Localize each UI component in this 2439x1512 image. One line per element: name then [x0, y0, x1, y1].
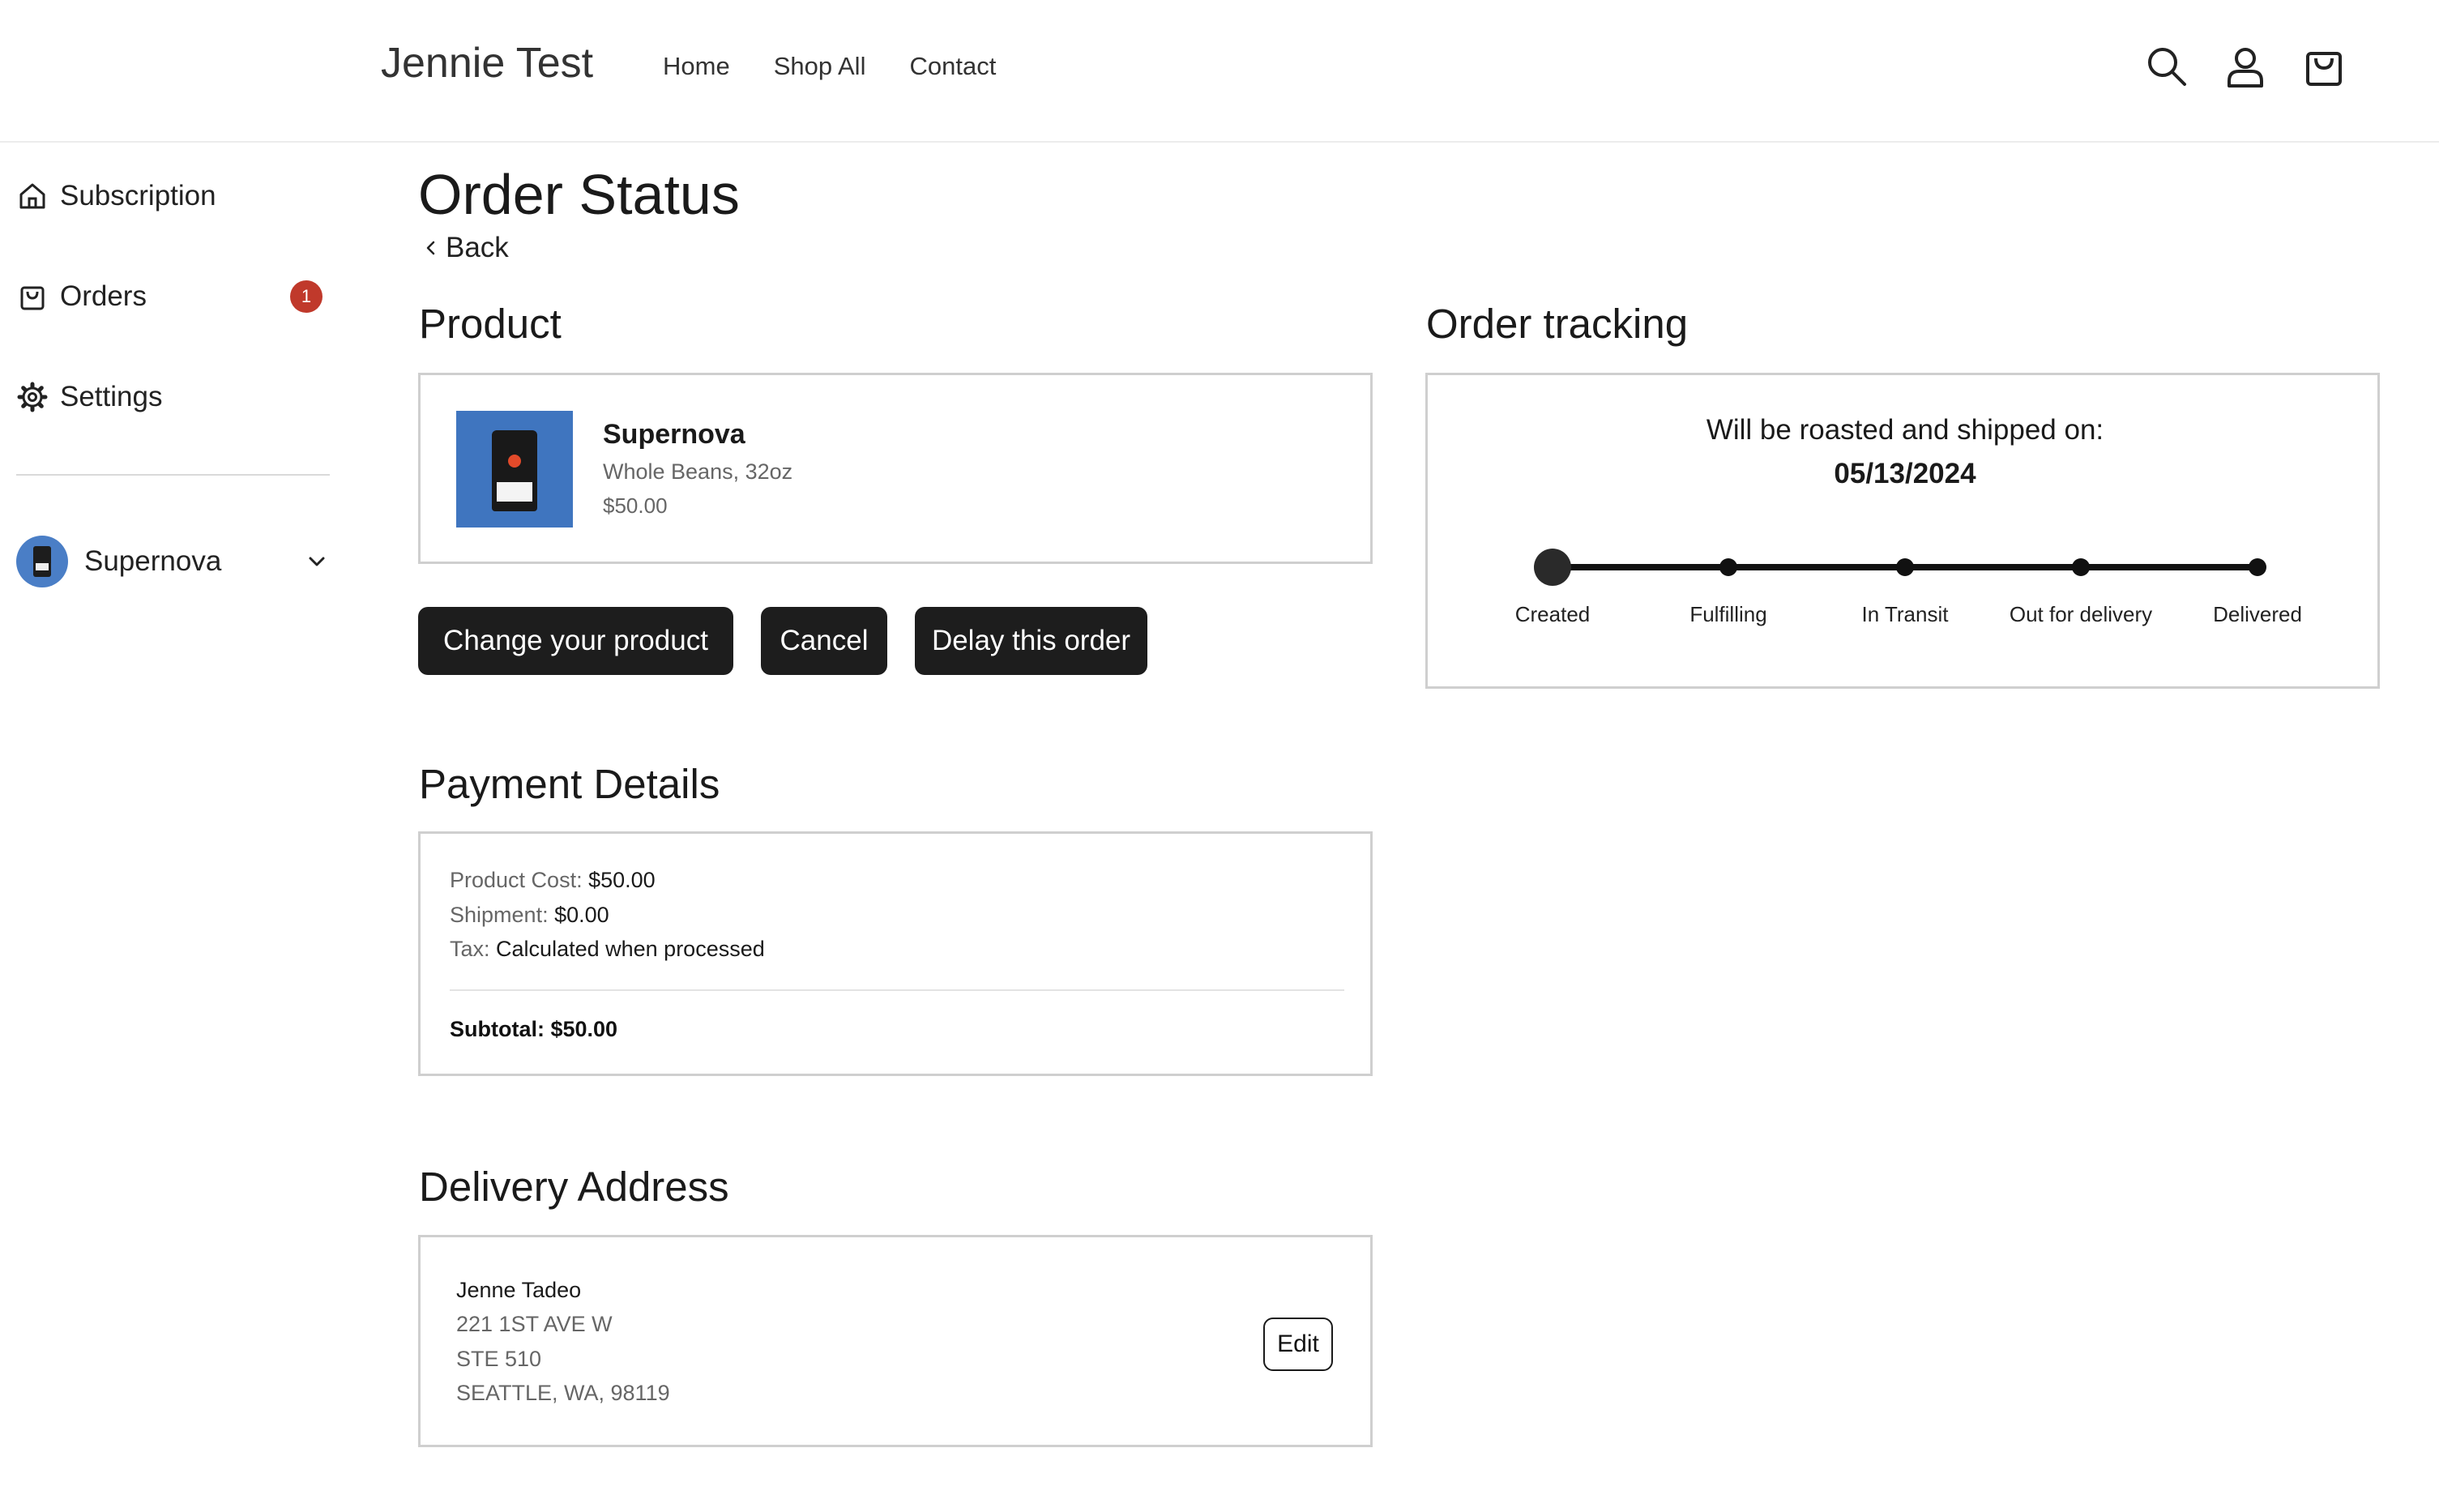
address-line-3: SEATTLE, WA, 98119 — [456, 1381, 670, 1405]
tracking-section-title: Order tracking — [1426, 301, 1689, 347]
ship-date: 05/13/2024 — [1834, 458, 1976, 489]
tax-label: Tax: — [450, 937, 490, 961]
payment-section-title: Payment Details — [419, 761, 720, 807]
tax-value: Calculated when processed — [496, 937, 765, 961]
tracking-step-label: Delivered — [2213, 602, 2302, 626]
product-price: $50.00 — [603, 493, 668, 518]
gear-icon — [16, 381, 49, 413]
sidebar-item-label: Settings — [60, 381, 163, 412]
store-brand[interactable]: Jennie Test — [381, 39, 593, 88]
nav-contact[interactable]: Contact — [909, 52, 996, 81]
cancel-button[interactable]: Cancel — [761, 607, 887, 675]
product-cost-row: Product Cost: $50.00 — [450, 868, 656, 893]
product-image — [456, 411, 573, 527]
change-product-button[interactable]: Change your product — [418, 607, 733, 675]
tracking-caption: Will be roasted and shipped on: — [1706, 414, 2104, 446]
sidebar-item-orders[interactable]: Orders 1 — [16, 272, 329, 321]
nav-home[interactable]: Home — [663, 52, 730, 81]
payment-card: Product Cost: $50.00 Shipment: $0.00 Tax… — [418, 831, 1373, 1076]
shipment-value: $0.00 — [554, 903, 609, 927]
tracking-step-dot-delivered — [2249, 558, 2266, 576]
sidebar-item-label: Subscription — [60, 180, 216, 211]
nav-shop-all[interactable]: Shop All — [774, 52, 866, 81]
tracking-step-label: In Transit — [1861, 602, 1949, 626]
sidebar-item-label: Orders — [60, 280, 147, 312]
tracking-step-dot-created — [1534, 549, 1571, 586]
tracking-step-label: Out for delivery — [2009, 602, 2153, 626]
recipient-name: Jenne Tadeo — [456, 1278, 582, 1302]
subscription-selector-label: Supernova — [84, 545, 222, 577]
page-title: Order Status — [418, 163, 740, 226]
sidebar-item-subscription[interactable]: Subscription — [16, 172, 329, 220]
product-name: Supernova — [603, 419, 745, 450]
back-link[interactable]: Back — [421, 232, 509, 264]
tracking-step-label: Created — [1514, 602, 1591, 626]
home-icon — [16, 180, 49, 212]
subscription-selector[interactable]: Supernova — [16, 535, 329, 588]
shipment-row: Shipment: $0.00 — [450, 903, 609, 928]
sidebar-divider — [16, 474, 330, 476]
chevron-down-icon — [305, 549, 329, 574]
product-cost-label: Product Cost: — [450, 868, 583, 892]
bag-icon — [16, 280, 49, 313]
subscription-thumbnail — [16, 536, 68, 587]
account-icon[interactable] — [2221, 42, 2270, 91]
tracking-step-dot-fulfilling — [1719, 558, 1737, 576]
delivery-address-card: Jenne Tadeo 221 1ST AVE W STE 510 SEATTL… — [418, 1235, 1373, 1447]
orders-count-badge: 1 — [290, 280, 322, 313]
tracking-step-dot-in-transit — [1896, 558, 1914, 576]
search-icon[interactable] — [2142, 42, 2191, 91]
product-section-title: Product — [419, 301, 562, 347]
subtotal: Subtotal: $50.00 — [450, 1017, 618, 1041]
site-header: Jennie Test Home Shop All Contact — [0, 0, 2439, 143]
main-nav: Home Shop All Contact — [663, 52, 996, 81]
sidebar-item-settings[interactable]: Settings — [16, 373, 329, 421]
back-link-label: Back — [446, 232, 509, 263]
product-variant: Whole Beans, 32oz — [603, 459, 793, 484]
delivery-section-title: Delivery Address — [419, 1164, 729, 1210]
payment-divider — [450, 989, 1344, 991]
tracking-step-dot-out-for-delivery — [2072, 558, 2090, 576]
cart-icon[interactable] — [2300, 42, 2348, 91]
tax-row: Tax: Calculated when processed — [450, 937, 765, 962]
delay-order-button[interactable]: Delay this order — [915, 607, 1147, 675]
product-cost-value: $50.00 — [588, 868, 656, 892]
chevron-left-icon — [426, 241, 435, 255]
order-tracking-card: Will be roasted and shipped on: 05/13/20… — [1425, 373, 2380, 689]
address-line-1: 221 1ST AVE W — [456, 1312, 613, 1336]
edit-address-button[interactable]: Edit — [1263, 1318, 1333, 1371]
product-card: Supernova Whole Beans, 32oz $50.00 — [418, 373, 1373, 564]
shipment-label: Shipment: — [450, 903, 549, 927]
address-line-2: STE 510 — [456, 1347, 542, 1371]
tracking-step-label: Fulfilling — [1689, 602, 1767, 626]
